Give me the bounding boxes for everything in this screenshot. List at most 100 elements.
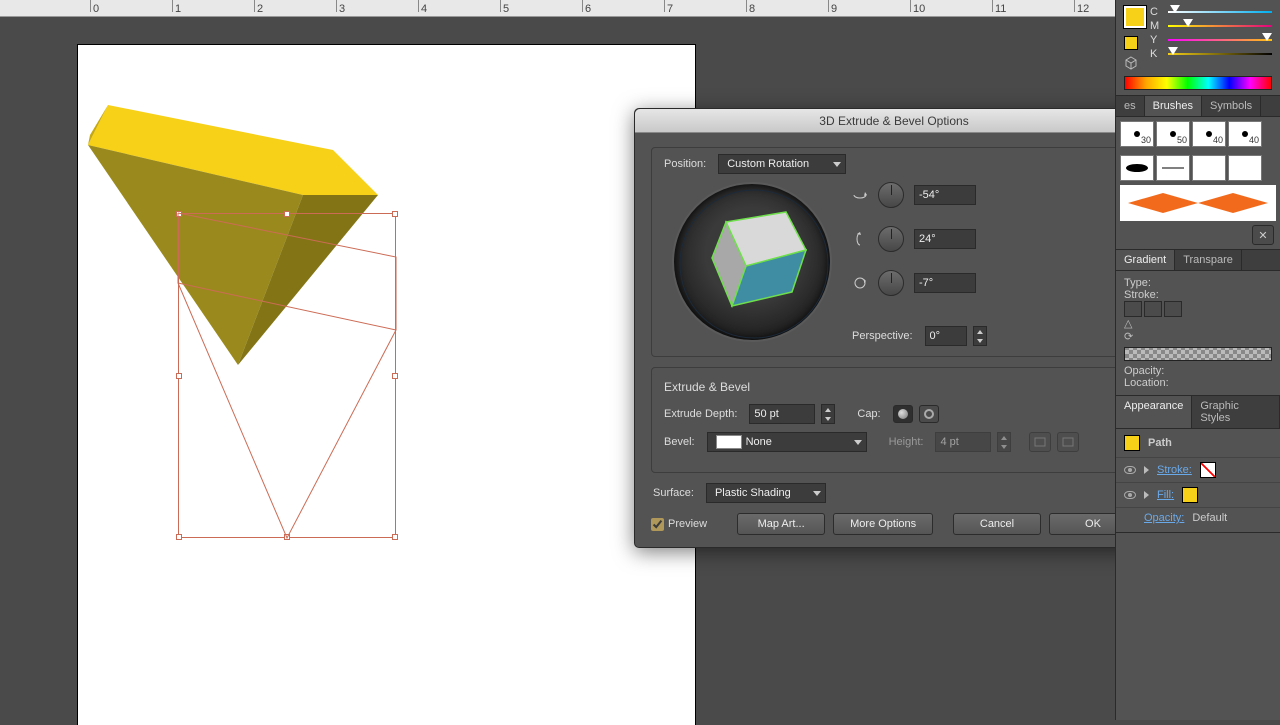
tab-brushes[interactable]: Brushes — [1145, 96, 1202, 116]
gradient-opacity-label: Opacity: — [1124, 365, 1164, 377]
preview-label: Preview — [668, 518, 707, 530]
perspective-stepper[interactable] — [973, 326, 987, 346]
appearance-fill-label[interactable]: Fill: — [1157, 489, 1174, 501]
extrude-depth-field[interactable] — [749, 404, 815, 424]
brush-thumb[interactable] — [1120, 155, 1154, 181]
gradient-location-label: Location: — [1124, 377, 1169, 389]
chevron-down-icon — [833, 162, 841, 167]
spectrum-bar[interactable] — [1124, 76, 1272, 90]
cap-off-button[interactable] — [919, 405, 939, 423]
bevel-in-button — [1029, 432, 1051, 452]
tab-strokes[interactable]: es — [1116, 96, 1145, 116]
bevel-value: None — [746, 436, 772, 448]
position-value: Custom Rotation — [727, 158, 809, 170]
cap-on-button[interactable] — [893, 405, 913, 423]
tab-appearance[interactable]: Appearance — [1116, 396, 1192, 428]
fill-swatch[interactable] — [1124, 6, 1146, 28]
path-outline — [178, 213, 396, 538]
gradient-ramp[interactable] — [1124, 347, 1272, 361]
angle-icon: △ — [1124, 318, 1132, 330]
tab-symbols[interactable]: Symbols — [1202, 96, 1261, 116]
bevel-out-button — [1057, 432, 1079, 452]
visibility-toggle[interactable] — [1124, 466, 1136, 474]
y-label: Y — [1150, 34, 1162, 46]
brush-thumb[interactable] — [1228, 155, 1262, 181]
rotate-y-icon — [852, 231, 868, 247]
object-fill-swatch[interactable] — [1124, 435, 1140, 451]
tab-gradient[interactable]: Gradient — [1116, 250, 1175, 270]
rotation-cube-preview[interactable] — [672, 182, 832, 342]
cap-label: Cap: — [857, 408, 880, 420]
map-art-button[interactable]: Map Art... — [737, 513, 825, 535]
m-slider[interactable] — [1168, 21, 1272, 31]
secondary-swatch[interactable] — [1124, 36, 1138, 50]
y-slider[interactable] — [1168, 35, 1272, 45]
rotate-x-field[interactable] — [914, 185, 976, 205]
tab-transparency[interactable]: Transpare — [1175, 250, 1242, 270]
right-panels: C M Y K es Brushes Symbols 30504040 — [1115, 0, 1280, 720]
appearance-panel: Appearance Graphic Styles Path Stroke: F… — [1116, 396, 1280, 533]
brush-size-cell[interactable]: 50 — [1156, 121, 1190, 147]
gradient-stroke-label: Stroke: — [1124, 289, 1159, 301]
tab-graphic-styles[interactable]: Graphic Styles — [1192, 396, 1280, 428]
stroke-gradient-buttons[interactable] — [1124, 301, 1272, 317]
horizontal-ruler: 01234567891011121314 — [0, 0, 1280, 17]
brush-size-cell[interactable]: 40 — [1228, 121, 1262, 147]
rotate-y-dial[interactable] — [878, 226, 904, 252]
brush-thumb[interactable] — [1192, 155, 1226, 181]
rotate-z-dial[interactable] — [878, 270, 904, 296]
stroke-swatch[interactable] — [1200, 462, 1216, 478]
gradient-panel: Gradient Transpare Type: Stroke: △ ⟳ Opa… — [1116, 250, 1280, 396]
bevel-height-stepper — [997, 432, 1011, 452]
aspect-icon: ⟳ — [1124, 331, 1133, 343]
rotate-x-dial[interactable] — [878, 182, 904, 208]
3d-extrude-bevel-dialog[interactable]: 3D Extrude & Bevel Options Position: Cus… — [634, 108, 1154, 548]
gradient-type-label: Type: — [1124, 277, 1151, 289]
rotate-z-icon — [852, 275, 868, 291]
dialog-title[interactable]: 3D Extrude & Bevel Options — [635, 109, 1153, 133]
rotate-z-field[interactable] — [914, 273, 976, 293]
rotate-x-icon — [852, 187, 868, 203]
bevel-label: Bevel: — [664, 436, 695, 448]
bevel-dropdown[interactable]: None — [707, 432, 867, 452]
height-label: Height: — [889, 436, 924, 448]
fill-color-swatch[interactable] — [1182, 487, 1198, 503]
brush-thumb[interactable] — [1156, 155, 1190, 181]
more-options-button[interactable]: More Options — [833, 513, 933, 535]
c-slider[interactable] — [1168, 7, 1272, 17]
extrude-depth-label: Extrude Depth: — [664, 408, 737, 420]
close-icon[interactable]: ✕ — [1252, 225, 1274, 245]
appearance-opacity-label[interactable]: Opacity: — [1144, 512, 1184, 524]
surface-dropdown[interactable]: Plastic Shading — [706, 483, 826, 503]
surface-label: Surface: — [653, 487, 694, 499]
cube-3d-icon — [1124, 56, 1146, 73]
rotate-y-field[interactable] — [914, 229, 976, 249]
preview-checkbox[interactable]: Preview — [651, 518, 707, 531]
artboard[interactable] — [78, 45, 695, 725]
extrude-depth-stepper[interactable] — [821, 404, 835, 424]
position-dropdown[interactable]: Custom Rotation — [718, 154, 846, 174]
chevron-down-icon — [813, 491, 821, 496]
bevel-height-field — [935, 432, 991, 452]
m-label: M — [1150, 20, 1162, 32]
brushes-panel: es Brushes Symbols 30504040 ✕ — [1116, 96, 1280, 250]
perspective-label: Perspective: — [852, 330, 913, 342]
visibility-toggle[interactable] — [1124, 491, 1136, 499]
disclosure-triangle-icon[interactable] — [1144, 491, 1149, 499]
bevel-chip-icon — [716, 435, 742, 449]
disclosure-triangle-icon[interactable] — [1144, 466, 1149, 474]
perspective-field[interactable] — [925, 326, 967, 346]
brush-size-cell[interactable]: 30 — [1120, 121, 1154, 147]
c-label: C — [1150, 6, 1162, 18]
surface-value: Plastic Shading — [715, 487, 791, 499]
appearance-opacity-value: Default — [1192, 512, 1227, 524]
color-panel: C M Y K — [1116, 0, 1280, 96]
cancel-button[interactable]: Cancel — [953, 513, 1041, 535]
k-slider[interactable] — [1168, 49, 1272, 59]
k-label: K — [1150, 48, 1162, 60]
extrude-bevel-section-title: Extrude & Bevel — [664, 380, 1124, 394]
appearance-object-name: Path — [1148, 437, 1172, 449]
brush-size-cell[interactable]: 40 — [1192, 121, 1226, 147]
brush-preview[interactable] — [1120, 185, 1276, 221]
appearance-stroke-label[interactable]: Stroke: — [1157, 464, 1192, 476]
